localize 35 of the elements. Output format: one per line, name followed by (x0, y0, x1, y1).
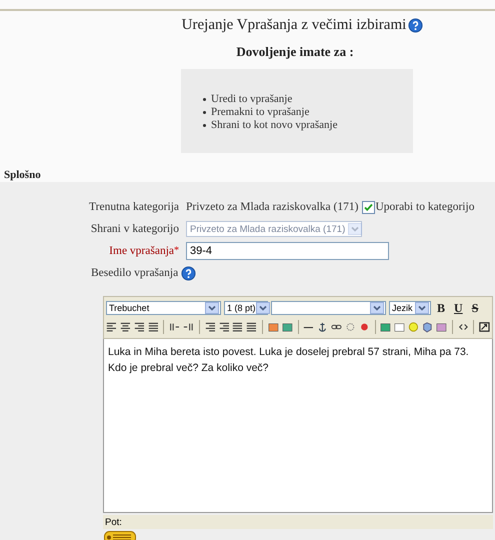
field-label: Ime vprašanja* (108, 245, 180, 257)
path-label: Pot: (105, 516, 122, 528)
permission-item: Uredi to vprašanje (211, 93, 292, 105)
help-icon[interactable] (181, 266, 196, 280)
permissions-heading: Dovoljenje imate za : (235, 44, 355, 60)
toolbar-select[interactable]: Jezik (389, 301, 431, 315)
format-button[interactable]: U (451, 300, 466, 316)
align-icon[interactable] (106, 321, 117, 333)
anchor-icon[interactable] (317, 321, 328, 333)
permission-item: Shrani to kot novo vprašanje (211, 119, 338, 131)
bullet-icon (203, 98, 206, 100)
field-value: Privzeto za Mlada raziskovalka (171) (186, 201, 358, 213)
checkbox[interactable] (362, 200, 376, 214)
permission-item: Premakni to vprašanje (211, 106, 310, 118)
page-title: Urejanje Vprašanja z večimi izbirami (182, 17, 406, 34)
toolbar-select[interactable]: Trebuchet (106, 301, 221, 315)
editor-text-area[interactable]: Luka in Miha bereta isto povest. Luka je doselej prebral 57 strani, Miha pa 73. Kdo je prebral več? Za koliko več? (103, 339, 493, 513)
align-icon[interactable] (148, 321, 158, 333)
format-button[interactable]: B (434, 300, 448, 316)
align-icon[interactable] (134, 321, 145, 333)
bullet-icon (203, 124, 206, 126)
help-icon[interactable] (408, 18, 424, 33)
toolbar-select[interactable] (271, 301, 386, 315)
fullscreen-icon[interactable] (479, 321, 490, 333)
field-label: Besedilo vprašanja (91, 267, 178, 279)
field-label: Shrani v kategorijo (90, 223, 180, 235)
bullet-icon (203, 110, 206, 114)
html-source-icon[interactable] (458, 321, 468, 333)
field-label: Trenutna kategorija (88, 201, 180, 213)
checkbox-label: Uporabi to kategorijo (375, 201, 474, 213)
toolbar-select[interactable]: 1 (8 pt) (224, 301, 268, 315)
align-icon[interactable] (120, 321, 131, 333)
input-field[interactable]: 39-4 (186, 242, 389, 260)
format-button[interactable]: S (468, 300, 482, 316)
section-title: Splošno (4, 169, 42, 181)
